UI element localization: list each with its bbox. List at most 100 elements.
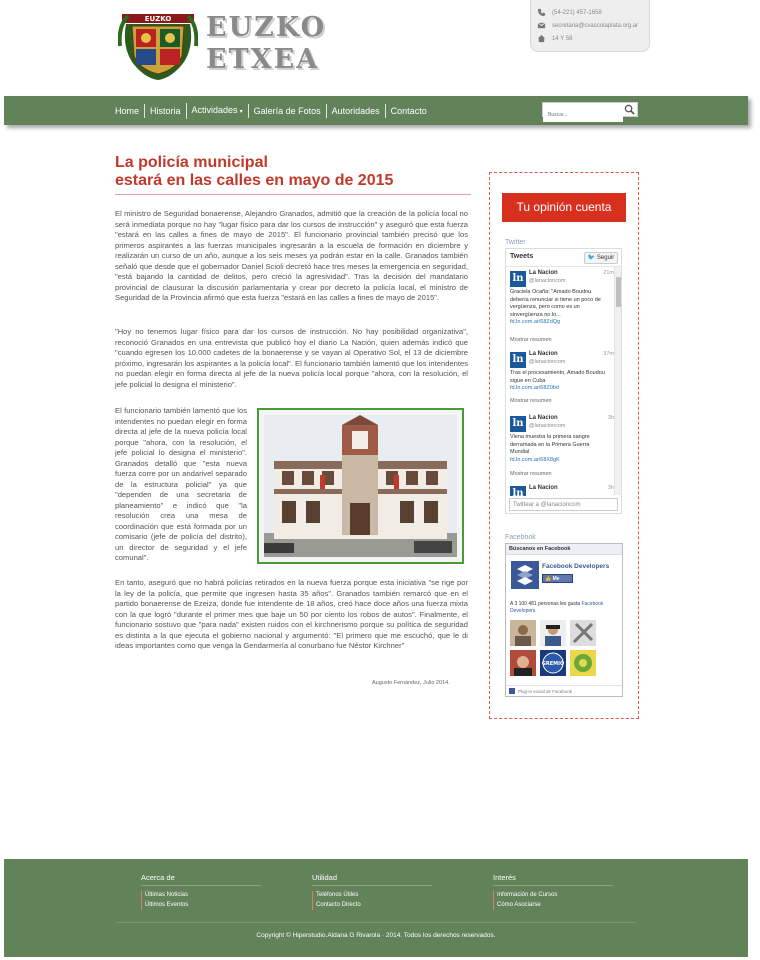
like-icon: 👍 xyxy=(545,576,552,582)
show-summary-link[interactable]: Mostrar resumen xyxy=(510,398,552,404)
title-divider xyxy=(115,194,471,195)
tweet-author[interactable]: La Nacion xyxy=(529,270,558,276)
avatar[interactable] xyxy=(540,620,566,646)
footer-link[interactable]: Teléfonos Útiles xyxy=(312,891,432,901)
article-author: Augusto Fernández, Julio 2014. xyxy=(372,680,450,686)
site-logo[interactable]: EUZKO EUZKO ETXEA xyxy=(118,6,328,86)
twitter-section-label: Twitter xyxy=(505,239,526,246)
avatar[interactable] xyxy=(570,620,596,646)
show-summary-link[interactable]: Mostrar resumen xyxy=(510,337,552,343)
contact-phone-text: (54-221) 457-1658 xyxy=(552,9,602,16)
contact-email[interactable]: secretaria@cvascolaplata.org.ar xyxy=(537,19,649,32)
avatar[interactable]: GREMIO xyxy=(540,650,566,676)
nav-actividades[interactable]: Actividades ▾ xyxy=(185,102,248,119)
logo-line2: ETXEA xyxy=(206,44,320,75)
search-icon[interactable] xyxy=(624,104,635,115)
twitter-header: Tweets 🐦 Seguir xyxy=(506,249,621,267)
crest-icon: EUZKO xyxy=(118,14,198,80)
avatar[interactable] xyxy=(510,650,536,676)
footer-heading: Interés xyxy=(493,873,516,882)
footer-link[interactable]: Contacto Directo xyxy=(312,900,432,910)
footer-column-utility: Utilidad Teléfonos Útiles Contacto Direc… xyxy=(312,873,432,910)
tweet-time[interactable]: 37m xyxy=(603,351,614,357)
article-title-line2: estará en las calles en mayo de 2015 xyxy=(115,172,394,189)
search-input[interactable] xyxy=(543,108,623,122)
copyright-text: Copyright © Hiperstudio.Aldana G Rivarol… xyxy=(256,932,496,939)
site-footer: Acerca de Últimas Noticias Últimos Event… xyxy=(4,859,748,957)
tweet-author[interactable]: La Nacion xyxy=(529,485,558,491)
footer-column-interest: Interés Información de Cursos Cómo Asoci… xyxy=(493,873,613,910)
chevron-down-icon: ▾ xyxy=(239,108,243,115)
tweet-handle[interactable]: @lanacioncom xyxy=(529,359,565,365)
tweet-author[interactable]: La Nacion xyxy=(529,415,558,421)
nav-historia[interactable]: Historia xyxy=(144,103,186,118)
like-button[interactable]: 👍 Me gusta xyxy=(542,574,573,590)
tweet-item[interactable]: ln La Nacion @lanacioncom 37m Tras el pr… xyxy=(509,350,614,412)
tweet-avatar[interactable]: ln xyxy=(510,271,526,287)
tweet-handle[interactable]: @lanacioncom xyxy=(529,278,565,284)
tweet-text: Viena muestra la primera sangre derramad… xyxy=(510,434,610,464)
follow-button[interactable]: 🐦 Seguir xyxy=(584,252,618,264)
tweet-item[interactable]: ln La Nacion @lanacioncom 21m Graciela O… xyxy=(509,269,614,347)
tweet-link[interactable]: fd.ln.com.ar/68ZdQg xyxy=(510,319,560,325)
tweet-time[interactable]: 21m xyxy=(603,270,614,276)
nav-actividades-label: Actividades xyxy=(191,104,238,115)
tweet-avatar[interactable]: ln xyxy=(510,352,526,368)
footer-heading: Utilidad xyxy=(312,873,338,882)
article-paragraph-3: El funcionario también lamentó que los i… xyxy=(115,406,247,562)
tweet-handle[interactable]: @lanacioncom xyxy=(529,423,565,429)
nav-home[interactable]: Home xyxy=(110,104,144,118)
footer-bottom-divider xyxy=(116,922,636,923)
opinion-banner[interactable]: Tu opinión cuenta xyxy=(502,193,626,222)
mail-icon xyxy=(537,22,546,29)
article-title: La policía municipal estará en las calle… xyxy=(115,154,471,190)
twitter-widget: Tweets 🐦 Seguir ln La Nacion @lanacionco… xyxy=(505,248,622,514)
main-navbar: Home Historia Actividades ▾ Galería de Fo… xyxy=(4,96,748,125)
main-nav: Home Historia Actividades ▾ Galería de Fo… xyxy=(110,96,432,125)
tweet-body: Viena muestra la primera sangre derramad… xyxy=(510,434,590,455)
facebook-page-name[interactable]: Facebook Developers xyxy=(542,563,609,570)
footer-link[interactable]: Últimas Noticias xyxy=(141,891,261,901)
tweet-to-input[interactable]: Twittear a @lanacioncom xyxy=(509,498,618,511)
footer-column-about: Acerca de Últimas Noticias Últimos Event… xyxy=(141,873,261,910)
contact-phone[interactable]: (54-221) 457-1658 xyxy=(537,6,649,19)
avatar[interactable] xyxy=(570,650,596,676)
crest-text: EUZKO xyxy=(145,15,172,23)
tweet-text: Tras el procesamiento, Amado Boudou sigu… xyxy=(510,370,610,393)
tweet-item[interactable]: ln La Nacion @lanacioncom 3h Viena muest… xyxy=(509,414,614,482)
plugin-label[interactable]: Plug-in social de Facebook xyxy=(518,689,572,694)
logo-wordmark: EUZKO ETXEA xyxy=(206,12,326,76)
facebook-icon xyxy=(509,688,515,694)
nav-contacto[interactable]: Contacto xyxy=(384,103,432,118)
scrollbar-thumb[interactable] xyxy=(616,277,621,307)
show-summary-link[interactable]: Mostrar resumen xyxy=(510,471,552,477)
nav-autoridades[interactable]: Autoridades xyxy=(325,103,385,118)
facebook-section-label: Facebook xyxy=(505,534,536,541)
facebook-developers-logo-icon[interactable] xyxy=(511,561,539,589)
facebook-header: Búscanos en Facebook xyxy=(506,544,622,555)
article-title-line1: La policía municipal xyxy=(115,154,268,171)
tweet-avatar[interactable]: ln xyxy=(510,416,526,432)
tweet-item[interactable]: ln La Nacion 3h xyxy=(509,484,614,496)
follow-label: Seguir xyxy=(596,255,615,261)
tweets-title: Tweets xyxy=(510,253,534,260)
home-icon xyxy=(537,34,546,43)
article-paragraph-4: En tanto, aseguró que no habrá policías … xyxy=(115,578,468,650)
nav-galeria[interactable]: Galería de Fotos xyxy=(247,103,326,118)
logo-line1: EUZKO xyxy=(206,12,327,43)
contact-box: (54-221) 457-1658 secretaria@cvascolapla… xyxy=(530,0,650,52)
footer-divider xyxy=(312,885,432,886)
tweets-scrollbar[interactable] xyxy=(614,267,621,495)
footer-link[interactable]: Cómo Asociarse xyxy=(493,900,613,910)
avatar[interactable] xyxy=(510,620,536,646)
tweet-author[interactable]: La Nacion xyxy=(529,351,558,357)
tweet-link[interactable]: fd.ln.com.ar/68X8gK xyxy=(510,457,560,463)
facebook-widget: Búscanos en Facebook Facebook Developers… xyxy=(505,543,623,697)
tweet-body: Graciela Ocaña: "Amado Boudou debería re… xyxy=(510,289,601,318)
tweet-avatar[interactable]: ln xyxy=(510,486,526,496)
building-photo xyxy=(264,415,457,557)
contact-address: 14 Y 58 xyxy=(537,32,649,45)
footer-link[interactable]: Últimos Eventos xyxy=(141,900,261,910)
tweet-link[interactable]: fd.ln.com.ar/68Z0bd xyxy=(510,385,559,391)
footer-link[interactable]: Información de Cursos xyxy=(493,891,613,901)
